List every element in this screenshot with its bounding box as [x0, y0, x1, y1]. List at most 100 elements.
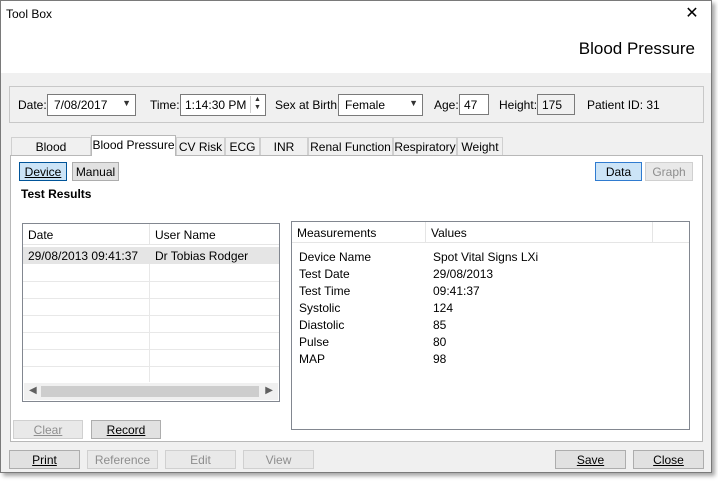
graph-button-label: Graph — [652, 165, 686, 179]
edit-button[interactable]: Edit — [165, 450, 236, 469]
title-bar: Tool Box ✕ Blood Pressure — [1, 1, 711, 73]
table-row[interactable]: Systolic 124 — [292, 299, 689, 316]
tab-cv-risk[interactable]: CV Risk — [176, 137, 225, 156]
measurement-value: 85 — [433, 318, 447, 332]
data-view-button[interactable]: Data — [595, 162, 642, 181]
measurements-panel: Measurements Values Device Name Spot Vit… — [291, 221, 690, 430]
age-label: Age: — [434, 98, 459, 112]
time-spinner[interactable]: ▲ ▼ — [250, 96, 264, 113]
tab-renal-function[interactable]: Renal Function — [308, 137, 393, 156]
spin-up-icon[interactable]: ▲ — [251, 96, 264, 104]
measurement-name: Device Name — [299, 250, 372, 264]
test-results-table[interactable]: Date User Name 29/08/2013 09:41:37 Dr To… — [22, 223, 280, 402]
column-header-values[interactable]: Values — [426, 222, 653, 243]
grid-line — [23, 332, 279, 333]
tab-label: Renal Function — [310, 140, 391, 154]
tab-label: Blood Pressure — [92, 138, 175, 152]
measurements-table[interactable]: Measurements Values Device Name Spot Vit… — [292, 222, 689, 429]
reference-button[interactable]: Reference — [87, 450, 158, 469]
column-header-date[interactable]: Date — [23, 224, 150, 245]
grid-line — [149, 264, 150, 382]
table-header: Date User Name — [23, 224, 279, 245]
height-value: 175 — [542, 98, 563, 112]
manual-button-label: Manual — [75, 165, 116, 179]
date-picker[interactable]: 7/08/2017 ▼ — [47, 94, 136, 116]
chevron-down-icon[interactable]: ▼ — [409, 98, 418, 108]
tab-weight[interactable]: Weight — [457, 137, 503, 156]
clear-button-label: Clear — [33, 423, 63, 437]
tab-inr[interactable]: INR — [260, 137, 308, 156]
save-button-label: Save — [576, 453, 605, 467]
tab-respiratory[interactable]: Respiratory — [393, 137, 457, 156]
view-button-label: View — [265, 453, 292, 467]
height-field: 175 — [537, 94, 575, 115]
measurement-value: 80 — [433, 335, 447, 349]
tab-blood-glucose[interactable]: Blood Glucose — [11, 137, 91, 168]
measurement-name: MAP — [299, 352, 326, 366]
grid-line — [23, 349, 279, 350]
table-row[interactable]: Pulse 80 — [292, 333, 689, 350]
data-button-label: Data — [605, 165, 632, 179]
grid-line — [23, 366, 279, 367]
scroll-right-icon[interactable]: ▶ — [265, 385, 273, 396]
tab-label: INR — [273, 140, 295, 154]
tab-strip: Blood Glucose Blood Pressure CV Risk ECG… — [11, 135, 701, 168]
time-value: 1:14:30 PM — [185, 98, 247, 112]
section-title: Test Results — [21, 187, 92, 201]
grid-line — [23, 315, 279, 316]
device-button[interactable]: Device — [19, 162, 67, 181]
measurement-value: Spot Vital Signs LXi — [433, 250, 539, 264]
record-button[interactable]: Record — [91, 420, 161, 439]
chevron-down-icon[interactable]: ▼ — [122, 98, 131, 108]
save-button[interactable]: Save — [555, 450, 626, 469]
measurement-name: Test Date — [299, 267, 350, 281]
age-field[interactable]: 47 — [459, 94, 489, 115]
tab-label: ECG — [229, 140, 256, 154]
grid-line — [23, 281, 279, 282]
column-header-user[interactable]: User Name — [150, 224, 279, 245]
time-label: Time: — [150, 98, 180, 112]
grid-line — [23, 298, 279, 299]
tool-box-window: Tool Box ✕ Blood Pressure Date: 7/08/201… — [0, 0, 712, 473]
sex-value: Female — [345, 98, 386, 112]
cell-user: Dr Tobias Rodger — [155, 249, 249, 263]
measurement-value: 124 — [433, 301, 454, 315]
graph-view-button[interactable]: Graph — [645, 162, 693, 181]
measurement-value: 29/08/2013 — [433, 267, 494, 281]
measurement-name: Systolic — [299, 301, 341, 315]
manual-button[interactable]: Manual — [72, 162, 119, 181]
time-field[interactable]: 1:14:30 PM ▲ ▼ — [180, 94, 266, 116]
view-button[interactable]: View — [243, 450, 314, 469]
measurement-value: 98 — [433, 352, 447, 366]
column-header-measurements[interactable]: Measurements — [292, 222, 426, 243]
sex-select[interactable]: Female ▼ — [338, 94, 423, 116]
height-label: Height: — [499, 98, 538, 112]
scroll-thumb[interactable] — [41, 386, 259, 397]
close-button[interactable]: Close — [633, 450, 704, 469]
patient-id: Patient ID: 31 — [587, 98, 660, 112]
table-row[interactable]: Diastolic 85 — [292, 316, 689, 333]
window-title: Tool Box — [6, 7, 53, 21]
table-header: Measurements Values — [292, 222, 689, 243]
close-button-label: Close — [653, 453, 684, 467]
cell-date: 29/08/2013 09:41:37 — [28, 249, 139, 263]
table-row[interactable]: Test Date 29/08/2013 — [292, 265, 689, 282]
scroll-left-icon[interactable]: ◀ — [29, 385, 37, 396]
tab-blood-pressure[interactable]: Blood Pressure — [91, 135, 176, 156]
print-button[interactable]: Print — [9, 450, 80, 469]
table-row[interactable]: 29/08/2013 09:41:37 Dr Tobias Rodger — [23, 247, 279, 264]
date-value: 7/08/2017 — [54, 98, 108, 112]
date-label: Date: — [18, 98, 47, 112]
clear-button[interactable]: Clear — [13, 420, 83, 439]
spin-down-icon[interactable]: ▼ — [251, 104, 264, 112]
close-icon[interactable]: ✕ — [681, 3, 703, 25]
record-button-label: Record — [106, 423, 146, 437]
page-title: Blood Pressure — [578, 39, 695, 58]
measurement-value: 09:41:37 — [433, 284, 480, 298]
table-row[interactable]: Test Time 09:41:37 — [292, 282, 689, 299]
horizontal-scrollbar[interactable]: ◀ ▶ — [24, 383, 278, 400]
table-row[interactable]: Device Name Spot Vital Signs LXi — [292, 248, 689, 265]
table-row[interactable]: MAP 98 — [292, 350, 689, 367]
tab-ecg[interactable]: ECG — [225, 137, 260, 156]
tab-label: CV Risk — [178, 140, 223, 154]
